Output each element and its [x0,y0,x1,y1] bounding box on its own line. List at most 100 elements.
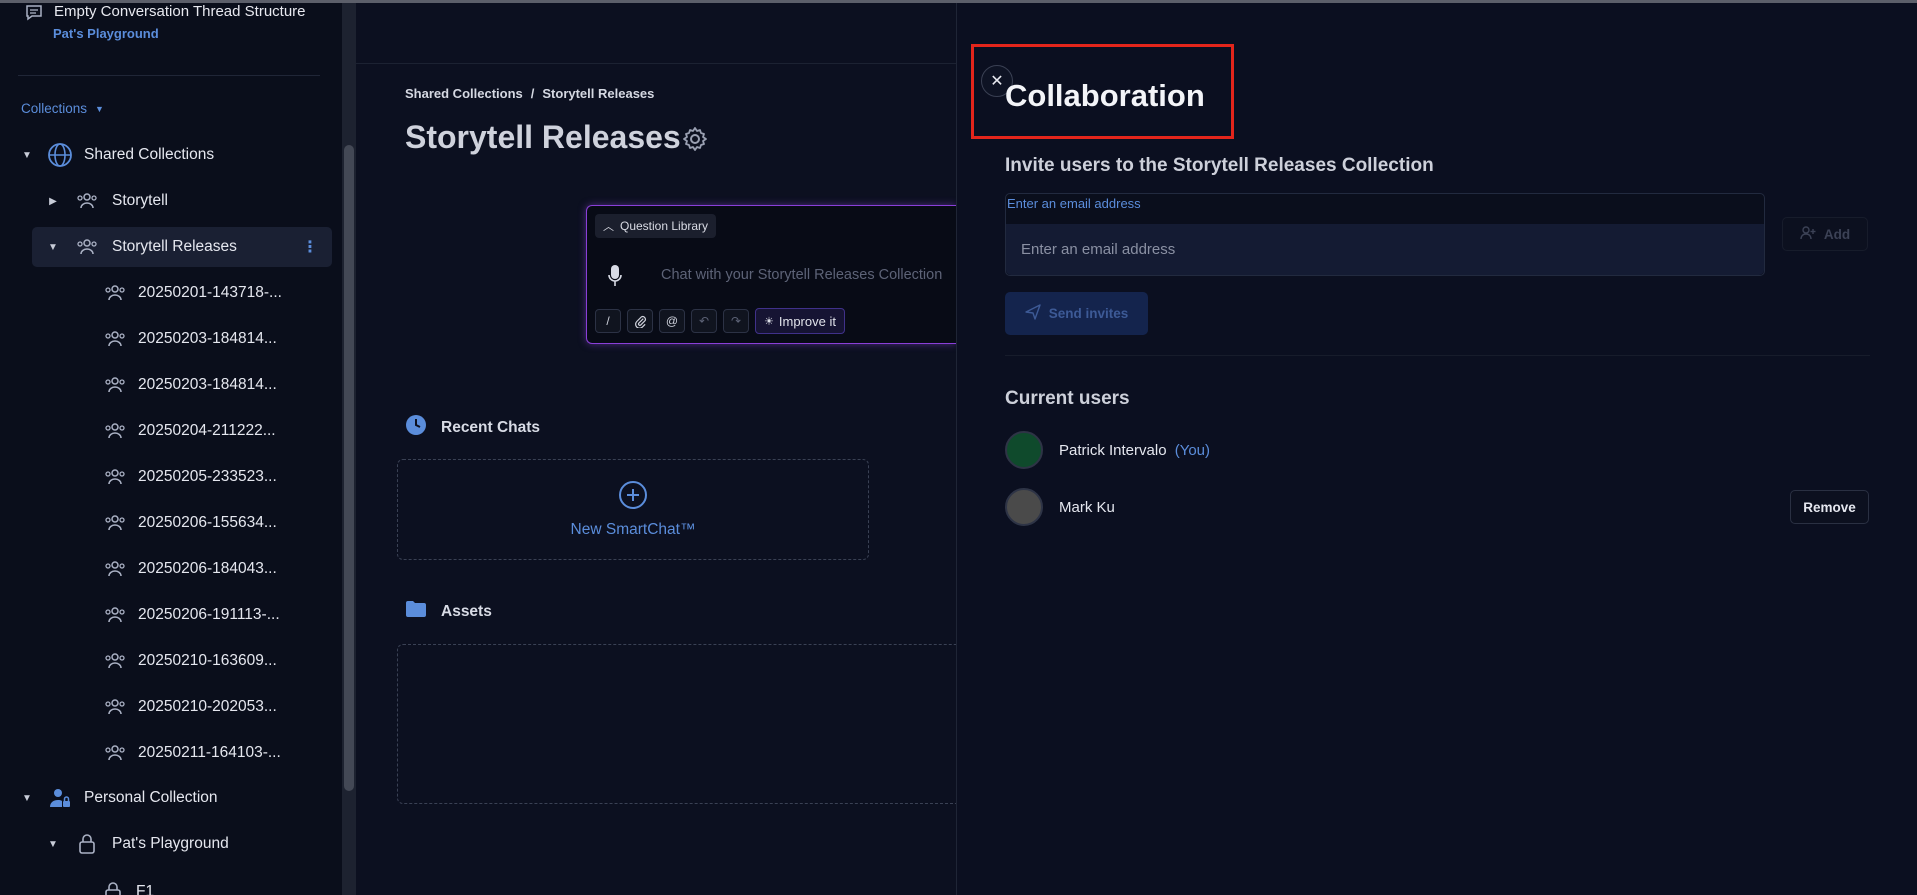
tree-label: Storytell [112,192,168,209]
caret-down-icon[interactable]: ▼ [46,839,60,850]
release-item[interactable]: 20250210-163609... [102,641,277,681]
release-item-label: 20250203-184814... [138,376,277,393]
sidebar: Empty Conversation Thread Structure Pat'… [0,3,342,895]
release-item[interactable]: 20250203-184814... [102,319,277,359]
users-icon [102,648,128,674]
chat-input[interactable]: Chat with your Storytell Releases Collec… [661,267,942,283]
tree-f1[interactable]: F1 [100,872,154,895]
add-user-icon [1800,225,1816,244]
tree-shared-collections[interactable]: ▼ Shared Collections [20,135,214,175]
avatar [1005,488,1043,526]
recent-chats-label: Recent Chats [441,418,541,436]
release-item-label: 20250205-233523... [138,468,277,485]
tree-label: Storytell Releases [112,238,237,255]
release-item-label: 20250201-143718-... [138,284,282,301]
lock-icon [100,879,126,895]
email-field-label: Enter an email address [1007,196,1141,211]
new-smartchat-label: New SmartChat™ [570,521,696,538]
user-name: Patrick Intervalo [1059,441,1167,459]
question-library-label: Question Library [620,219,709,233]
users-icon [74,188,100,214]
mention-button[interactable]: @ [659,309,685,333]
release-item-label: 20250204-211222... [138,422,276,439]
microphone-icon[interactable] [607,264,623,293]
users-icon [102,418,128,444]
send-icon [1025,304,1041,323]
caret-down-icon[interactable]: ▼ [20,150,34,161]
users-icon [102,602,128,628]
breadcrumb-current[interactable]: Storytell Releases [542,86,654,101]
send-invites-button[interactable]: Send invites [1005,292,1148,335]
send-invites-label: Send invites [1048,306,1129,321]
undo-icon[interactable]: ↶ [691,309,717,333]
tree-pats-playground[interactable]: ▼ Pat's Playground [46,824,229,864]
release-item-label: 20250206-155634... [138,514,277,531]
release-item[interactable]: 20250206-191113-... [102,595,280,635]
release-item[interactable]: 20250206-155634... [102,503,277,543]
clock-icon [405,414,427,441]
thread-subtitle[interactable]: Pat's Playground [53,26,159,41]
remove-user-button[interactable]: Remove [1790,490,1869,524]
tree-label: F1 [136,883,155,895]
add-label: Add [1823,226,1851,242]
release-item[interactable]: 20250204-211222... [102,411,276,451]
thread-title: Empty Conversation Thread Structure [54,3,306,20]
user-name: Mark Ku [1059,498,1115,516]
assets-dropzone[interactable] [397,644,956,804]
chat-toolbar: / @ ↶ ↷ ☀ Improve it [595,308,845,334]
release-item-label: 20250210-163609... [138,652,277,669]
more-options-icon[interactable]: ⋮ [302,237,318,257]
release-item[interactable]: 20250201-143718-... [102,273,282,313]
plus-circle-icon [618,480,648,515]
release-item[interactable]: 20250203-184814... [102,365,277,405]
release-item-label: 20250206-184043... [138,560,277,577]
chat-bubble-icon [24,3,44,28]
release-item[interactable]: 20250211-164103-... [102,733,281,773]
breadcrumb-separator: / [530,86,535,101]
improve-label: Improve it [778,313,836,329]
release-item[interactable]: 20250205-233523... [102,457,277,497]
tree-storytell[interactable]: ▶ Storytell [46,181,168,221]
user-row: Patrick Intervalo (You) [1005,431,1210,469]
tree-label: Personal Collection [84,789,218,806]
release-item-label: 20250211-164103-... [138,744,281,761]
users-icon [102,464,128,490]
release-item-label: 20250203-184814... [138,330,277,347]
slash-command-button[interactable]: / [595,309,621,333]
release-item-label: 20250210-202053... [138,698,277,715]
breadcrumb-shared-collections[interactable]: Shared Collections [405,86,523,101]
users-icon [102,694,128,720]
user-lock-icon [46,785,74,811]
tree-storytell-releases[interactable]: ▼ Storytell Releases ⋮ [32,227,332,267]
paperclip-icon[interactable] [627,309,653,333]
sidebar-scrollbar-thumb[interactable] [344,145,354,791]
globe-icon [46,142,74,168]
caret-down-icon[interactable]: ▼ [20,793,34,804]
chat-composer[interactable]: ︿ Question Library Chat with your Storyt… [586,205,956,344]
collections-dropdown[interactable]: Collections ▼ [21,101,104,116]
release-item[interactable]: 20250206-184043... [102,549,277,589]
add-user-button[interactable]: Add [1782,217,1868,251]
caret-right-icon[interactable]: ▶ [46,196,60,207]
tree-personal-collection[interactable]: ▼ Personal Collection [20,778,218,818]
assets-label: Assets [441,602,492,620]
gear-icon[interactable] [682,126,708,157]
users-icon [102,510,128,536]
users-icon [102,326,128,352]
users-icon [102,740,128,766]
tree-label: Shared Collections [84,146,215,163]
assets-heading: Assets [405,599,492,624]
question-library-toggle[interactable]: ︿ Question Library [595,214,717,238]
user-you-tag: (You) [1174,441,1211,459]
release-item[interactable]: 20250210-202053... [102,687,277,727]
improve-it-button[interactable]: ☀ Improve it [755,308,845,334]
caret-down-icon: ▼ [95,103,104,114]
page-title: Storytell Releases [405,119,681,155]
users-icon [74,234,100,260]
folder-icon [405,599,427,624]
new-smartchat-card[interactable]: New SmartChat™ [397,459,869,560]
thread-header[interactable]: Empty Conversation Thread Structure [24,3,306,28]
caret-down-icon[interactable]: ▼ [46,242,60,253]
email-field[interactable] [1006,224,1764,275]
redo-icon[interactable]: ↷ [723,309,749,333]
